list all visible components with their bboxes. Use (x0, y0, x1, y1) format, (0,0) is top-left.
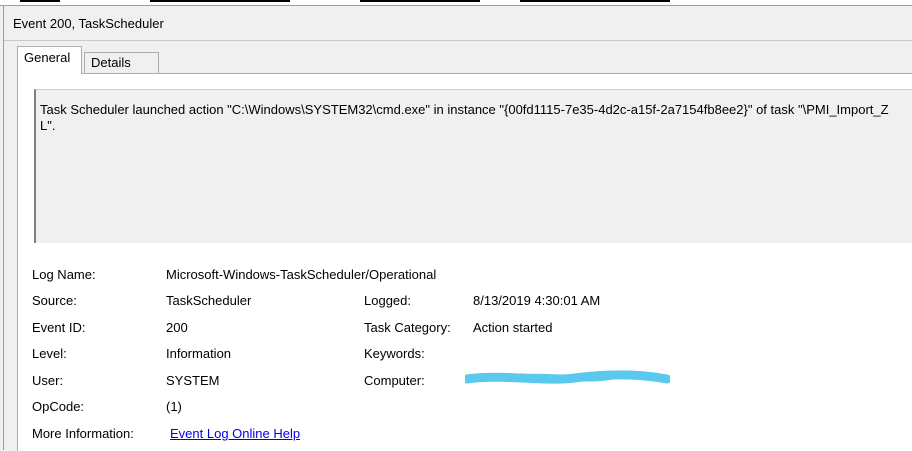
log-name-value: Microsoft-Windows-TaskScheduler/Operatio… (166, 267, 437, 282)
event-description-box[interactable]: Task Scheduler launched action "C:\Windo… (34, 89, 912, 243)
user-label: User: (32, 373, 64, 388)
cropped-fragment (360, 0, 480, 2)
window-left-border (3, 6, 4, 450)
source-value: TaskScheduler (166, 293, 252, 308)
tab-details[interactable]: Details (84, 52, 159, 74)
event-description-text: Task Scheduler launched action "C:\Windo… (40, 102, 889, 133)
level-label: Level: (32, 346, 67, 361)
redaction-scribble (465, 370, 670, 384)
computer-label: Computer: (364, 373, 425, 388)
logged-label: Logged: (364, 293, 411, 308)
logged-value: 8/13/2019 4:30:01 AM (473, 293, 601, 308)
tab-general[interactable]: General (17, 46, 82, 74)
source-label: Source: (32, 293, 77, 308)
event-id-label: Event ID: (32, 320, 86, 335)
task-category-value: Action started (473, 320, 553, 335)
opcode-label: OpCode: (32, 399, 85, 414)
log-name-label: Log Name: (32, 267, 96, 282)
event-id-value: 200 (166, 320, 188, 335)
level-value: Information (166, 346, 232, 361)
more-information-label: More Information: (32, 426, 134, 441)
user-value: SYSTEM (166, 373, 220, 388)
event-title-bar: Event 200, TaskScheduler (4, 6, 912, 41)
cropped-fragment (20, 0, 60, 2)
task-category-label: Task Category: (364, 320, 451, 335)
event-title: Event 200, TaskScheduler (13, 16, 164, 31)
opcode-value: (1) (166, 399, 182, 414)
cropped-fragment (520, 0, 670, 2)
event-log-online-help-link[interactable]: Event Log Online Help (170, 426, 300, 442)
cropped-fragment (150, 0, 290, 2)
general-tab-panel: Task Scheduler launched action "C:\Windo… (17, 73, 912, 451)
keywords-label: Keywords: (364, 346, 425, 361)
